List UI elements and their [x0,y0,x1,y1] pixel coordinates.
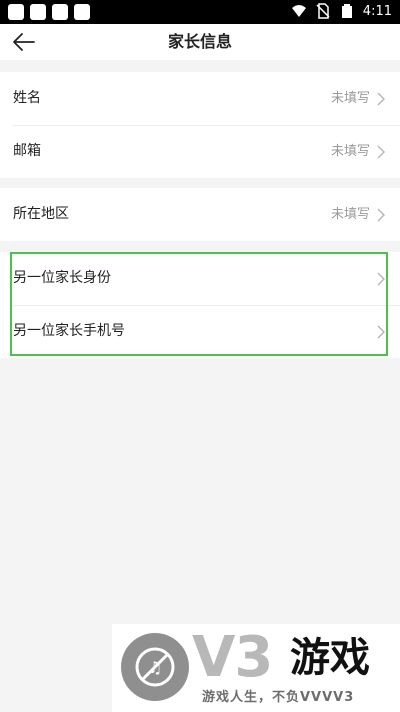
svg-text:♫: ♫ [148,658,162,677]
notification-icon [74,4,90,20]
notification-icon [8,4,24,20]
notification-icons [8,4,90,20]
status-bar: 4:11 [0,0,400,24]
system-icons: 4:11 [291,3,392,19]
wifi-icon [291,5,306,17]
watermark-slogan: 游戏人生，不负VVVV3 [202,690,355,705]
page-title: 家长信息 [167,32,232,51]
row-value: 未填写 [330,91,370,106]
status-time: 4:11 [362,3,392,19]
chevron-right-icon [377,145,385,159]
battery-icon [341,4,352,18]
row-value: 未填写 [330,144,370,159]
watermark-brand-cn: 游戏 [290,635,370,681]
back-arrow-icon[interactable] [12,30,36,54]
app-bar: 家长信息 [0,24,400,60]
email-row[interactable]: 邮箱 未填写 [0,125,400,178]
basic-info-section: 姓名 未填写 邮箱 未填写 [0,72,400,178]
row-label: 邮箱 [13,143,41,159]
watermark-brand: V3 [192,625,273,690]
row-label: 姓名 [13,90,41,106]
notification-icon [30,4,46,20]
chevron-right-icon [377,208,385,222]
region-section: 所在地区 未填写 [0,188,400,241]
chevron-right-icon [377,92,385,106]
selection-highlight [10,252,388,356]
name-row[interactable]: 姓名 未填写 [0,72,400,125]
row-value: 未填写 [330,207,370,222]
music-disc-icon: ♫ [121,633,189,701]
no-sim-icon [316,3,330,19]
notification-icon [52,4,68,20]
row-label: 所在地区 [13,206,69,222]
region-row[interactable]: 所在地区 未填写 [0,188,400,241]
watermark: ♫ V3 游戏 游戏人生，不负VVVV3 [112,624,400,712]
